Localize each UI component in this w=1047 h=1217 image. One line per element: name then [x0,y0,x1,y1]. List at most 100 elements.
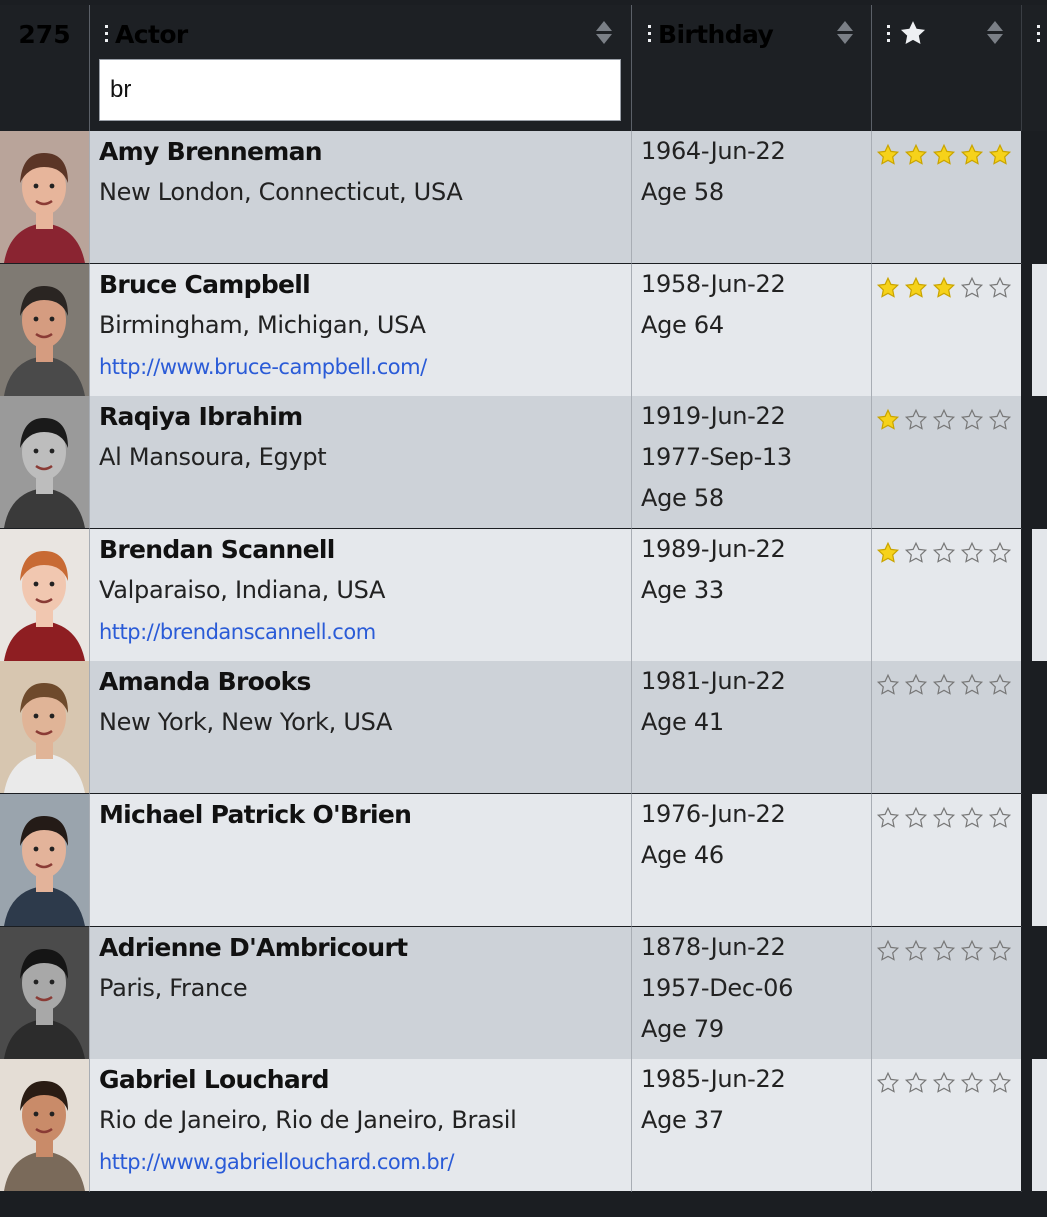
next-column-cell [1021,396,1047,528]
star-empty-icon[interactable] [960,408,988,432]
table-row[interactable]: Adrienne D'Ambricourt Paris, France 1878-J… [0,927,1021,1059]
column-divider [871,661,872,793]
table-row[interactable]: Amy Brenneman New London, Connecticut, US… [0,131,1021,263]
table-row[interactable]: Michael Patrick O'Brien 1976-Jun-22 Age 46 [0,794,1021,926]
star-empty-icon[interactable] [904,408,932,432]
star-empty-icon[interactable] [988,541,1016,565]
star-empty-icon[interactable] [932,541,960,565]
star-filled-icon[interactable] [988,143,1016,167]
actor-age: Age 46 [641,841,724,869]
star-empty-icon[interactable] [960,1071,988,1095]
rating-stars[interactable] [876,1071,1016,1099]
rating-stars[interactable] [876,276,1016,304]
table-row[interactable]: Raqiya Ibrahim Al Mansoura, Egypt 1919-Jun… [0,396,1021,528]
rating-stars[interactable] [876,806,1016,834]
birth-date: 1964-Jun-22 [641,137,786,165]
star-empty-icon[interactable] [876,1071,904,1095]
actor-filter-input[interactable] [99,59,621,121]
star-empty-icon[interactable] [988,806,1016,830]
actor-name[interactable]: Amanda Brooks [99,667,311,696]
star-empty-icon[interactable] [988,939,1016,963]
star-empty-icon[interactable] [988,1071,1016,1095]
actor-age: Age 58 [641,484,724,512]
star-filled-icon[interactable] [904,276,932,300]
column-divider [871,794,872,926]
rating-drag-handle-icon[interactable] [887,25,891,43]
rating-column-header-star-icon[interactable] [898,19,928,51]
actor-sort-icon[interactable] [594,20,614,46]
star-empty-icon[interactable] [932,408,960,432]
actor-drag-handle-icon[interactable] [105,25,109,43]
table-row[interactable]: Gabriel Louchard Rio de Janeiro, Rio de J… [0,1059,1021,1191]
birth-date: 1878-Jun-22 [641,933,786,961]
star-empty-icon[interactable] [960,806,988,830]
actor-name[interactable]: Gabriel Louchard [99,1065,330,1094]
star-empty-icon[interactable] [960,939,988,963]
actor-grid: 275 Actor Birthday Amy Brenneman New Lond… [0,0,1047,1217]
star-empty-icon[interactable] [904,1071,932,1095]
star-empty-icon[interactable] [988,673,1016,697]
star-empty-icon[interactable] [988,408,1016,432]
table-row[interactable]: Amanda Brooks New York, New York, USA 1981… [0,661,1021,793]
birth-date: 1989-Jun-22 [641,535,786,563]
rating-stars[interactable] [876,673,1016,701]
star-empty-icon[interactable] [876,939,904,963]
column-divider [631,131,632,263]
actor-homepage-link[interactable]: http://www.gabriellouchard.com.br/ [99,1150,454,1174]
actor-name[interactable]: Bruce Campbell [99,270,311,299]
star-filled-icon[interactable] [932,276,960,300]
column-divider [89,794,90,926]
next-column-drag-handle-icon[interactable] [1037,25,1041,43]
star-empty-icon[interactable] [988,276,1016,300]
birthday-sort-icon[interactable] [835,20,855,46]
star-empty-icon[interactable] [904,939,932,963]
birthday-drag-handle-icon[interactable] [648,25,652,43]
actor-homepage-link[interactable]: http://brendanscannell.com [99,620,376,644]
column-divider [631,264,632,396]
star-filled-icon[interactable] [904,143,932,167]
actor-age: Age 64 [641,311,724,339]
star-empty-icon[interactable] [960,541,988,565]
star-filled-icon[interactable] [960,143,988,167]
star-empty-icon[interactable] [960,276,988,300]
column-divider [871,927,872,1059]
column-divider [631,529,632,661]
actor-name[interactable]: Michael Patrick O'Brien [99,800,412,829]
star-empty-icon[interactable] [932,1071,960,1095]
actor-name[interactable]: Raqiya Ibrahim [99,402,303,431]
star-filled-icon[interactable] [876,276,904,300]
star-empty-icon[interactable] [876,673,904,697]
star-filled-icon[interactable] [876,408,904,432]
actor-name[interactable]: Brendan Scannell [99,535,335,564]
actor-name[interactable]: Adrienne D'Ambricourt [99,933,408,962]
rating-stars[interactable] [876,143,1016,171]
star-filled-icon[interactable] [932,143,960,167]
star-empty-icon[interactable] [904,806,932,830]
birth-date: 1985-Jun-22 [641,1065,786,1093]
star-empty-icon[interactable] [904,541,932,565]
actor-age: Age 33 [641,576,724,604]
star-empty-icon[interactable] [932,939,960,963]
star-empty-icon[interactable] [960,673,988,697]
column-divider [89,1059,90,1191]
actor-photo [0,131,89,263]
actor-birthplace: Al Mansoura, Egypt [99,443,327,471]
next-column-cell [1021,661,1047,793]
star-filled-icon[interactable] [876,541,904,565]
star-empty-icon[interactable] [904,673,932,697]
actor-homepage-link[interactable]: http://www.bruce-campbell.com/ [99,355,427,379]
birthday-column-header[interactable]: Birthday [658,20,774,49]
star-filled-icon[interactable] [876,143,904,167]
star-empty-icon[interactable] [876,806,904,830]
table-row[interactable]: Bruce Campbell Birmingham, Michigan, USA h… [0,264,1021,396]
rating-stars[interactable] [876,541,1016,569]
actor-name[interactable]: Amy Brenneman [99,137,323,166]
actor-column-header[interactable]: Actor [115,20,188,49]
star-empty-icon[interactable] [932,806,960,830]
table-row[interactable]: Brendan Scannell Valparaiso, Indiana, USA… [0,529,1021,661]
rating-sort-icon[interactable] [985,20,1005,46]
rating-stars[interactable] [876,408,1016,436]
actor-photo [0,264,89,396]
rating-stars[interactable] [876,939,1016,967]
star-empty-icon[interactable] [932,673,960,697]
